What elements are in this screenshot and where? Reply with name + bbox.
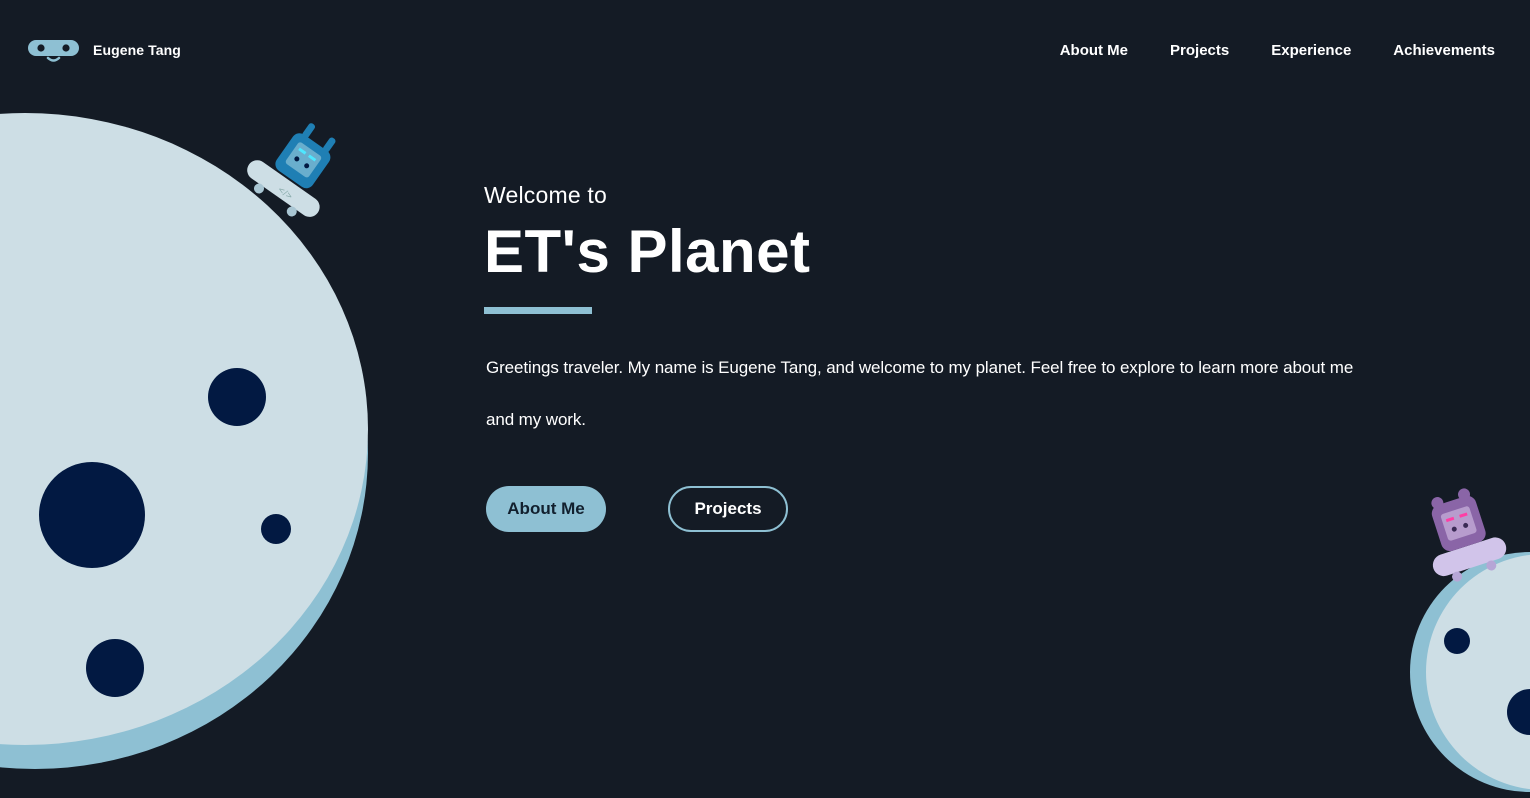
about-me-button[interactable]: About Me (486, 486, 606, 532)
purple-robot-icon (1431, 488, 1507, 582)
left-planet (0, 113, 368, 769)
page-title: ET's Planet (484, 218, 811, 285)
site-logo[interactable]: Eugene Tang (28, 36, 181, 64)
page: </> Eugene Tang About Me Projects Experi… (0, 0, 1530, 798)
robot-face-icon (28, 40, 79, 62)
nav-experience[interactable]: Experience (1271, 42, 1351, 59)
main-nav: About Me Projects Experience Achievement… (1060, 42, 1495, 59)
hero-actions: About Me Projects (484, 486, 1364, 532)
projects-button[interactable]: Projects (668, 486, 788, 532)
intro-text: Greetings traveler. My name is Eugene Ta… (486, 358, 1354, 429)
right-planet (1410, 552, 1530, 792)
site-name: Eugene Tang (93, 42, 181, 58)
crater (208, 368, 266, 426)
welcome-text: Welcome to (484, 182, 608, 208)
crater (86, 639, 144, 697)
nav-projects[interactable]: Projects (1170, 42, 1229, 59)
nav-achievements[interactable]: Achievements (1393, 42, 1495, 59)
crater (1444, 628, 1470, 654)
crater (1507, 689, 1530, 735)
hero-section: Welcome to ET's Planet Greetings travele… (484, 182, 1364, 532)
crater (261, 514, 291, 544)
nav-about-me[interactable]: About Me (1060, 42, 1128, 59)
svg-text:</>: </> (276, 185, 294, 202)
blue-robot-icon: </> (247, 123, 336, 217)
title-underline (484, 307, 592, 314)
crater (39, 462, 145, 568)
